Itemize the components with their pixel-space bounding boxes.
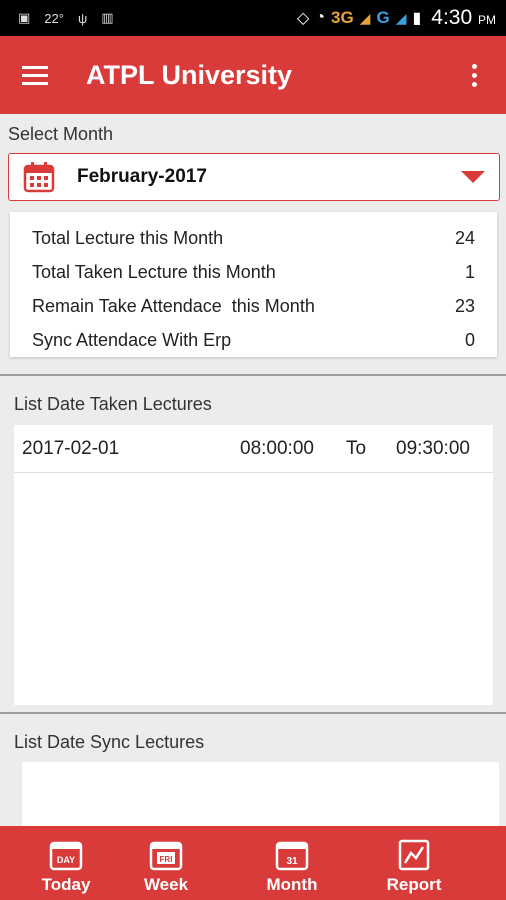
nav-report[interactable]: Report bbox=[376, 826, 452, 900]
app-bar: ATPL University bbox=[0, 36, 506, 114]
image-icon: ▣ bbox=[18, 10, 31, 25]
taken-lectures-heading: List Date Taken Lectures bbox=[14, 394, 212, 414]
calendar-week-text: FRI bbox=[160, 855, 173, 864]
calendar-icon bbox=[23, 162, 55, 193]
barcode-icon: ▥ bbox=[101, 10, 114, 25]
calendar-month-icon: 31 bbox=[275, 841, 309, 871]
stat-label: Sync Attendace With Erp bbox=[32, 330, 232, 350]
usb-icon: ψ bbox=[77, 10, 88, 26]
lecture-date: 2017-02-01 bbox=[22, 437, 120, 459]
month-dropdown[interactable]: February-2017 bbox=[8, 153, 500, 201]
sync-lectures-list[interactable] bbox=[22, 762, 499, 832]
calendar-week-icon: FRI bbox=[149, 841, 183, 871]
section-divider bbox=[0, 712, 506, 714]
stat-label: Remain Take Attendace this Month bbox=[32, 296, 315, 316]
nav-label: Today bbox=[41, 875, 91, 894]
nav-week[interactable]: FRI Week bbox=[128, 826, 204, 900]
stat-label: Total Lecture this Month bbox=[32, 228, 224, 248]
calendar-day-icon: DAY bbox=[49, 841, 83, 871]
nav-label: Week bbox=[143, 875, 189, 894]
sync-lectures-heading: List Date Sync Lectures bbox=[14, 732, 205, 752]
stat-row-taken: Total Taken Lecture this Month 1 bbox=[32, 262, 475, 296]
battery-icon: ▮ bbox=[412, 10, 422, 27]
menu-icon[interactable] bbox=[22, 55, 62, 95]
monthly-stats-card: Total Lecture this Month 24 Total Taken … bbox=[10, 212, 497, 357]
overflow-menu-icon[interactable] bbox=[464, 55, 484, 95]
stat-value: 24 bbox=[454, 228, 475, 248]
nav-label: Month bbox=[266, 875, 318, 894]
vibrate-icon: ◇ bbox=[297, 10, 310, 27]
stat-label: Total Taken Lecture this Month bbox=[32, 262, 276, 282]
status-bar: ▣ 22° ψ ▥ ◇ ◔ 3G ◢ G ◢ ▮ 4:30 PM bbox=[0, 0, 506, 36]
chevron-down-icon bbox=[461, 171, 485, 183]
stat-row-sync: Sync Attendace With Erp 0 bbox=[32, 330, 475, 364]
list-item[interactable]: 2017-02-01 08:00:00 To 09:30:00 bbox=[14, 425, 493, 473]
lecture-start-time: 08:00:00 bbox=[240, 437, 314, 459]
wifi-icon: ◔ bbox=[315, 9, 325, 26]
lecture-end-time: 09:30:00 bbox=[396, 437, 470, 459]
stat-row-total: Total Lecture this Month 24 bbox=[32, 228, 475, 262]
stat-value: 0 bbox=[464, 330, 475, 350]
network-g: G bbox=[376, 8, 390, 27]
calendar-month-text: 31 bbox=[286, 856, 298, 867]
network-3g: 3G bbox=[330, 8, 354, 27]
taken-lectures-list[interactable]: 2017-02-01 08:00:00 To 09:30:00 bbox=[14, 425, 493, 705]
select-month-label: Select Month bbox=[8, 124, 114, 144]
stat-row-remain: Remain Take Attendace this Month 23 bbox=[32, 296, 475, 330]
section-divider bbox=[0, 374, 506, 376]
nav-label: Report bbox=[386, 875, 442, 894]
nav-today[interactable]: DAY Today bbox=[28, 826, 104, 900]
bottom-nav: DAY Today FRI Week 31 Month Report bbox=[0, 826, 506, 900]
selected-month: February-2017 bbox=[77, 166, 207, 187]
app-title: ATPL University bbox=[86, 59, 293, 90]
signal-icon: ◢ bbox=[395, 9, 407, 26]
lecture-to-label: To bbox=[346, 437, 367, 459]
signal-icon: ◢ bbox=[359, 9, 371, 26]
nav-month[interactable]: 31 Month bbox=[254, 826, 330, 900]
stat-value: 1 bbox=[464, 262, 475, 282]
report-chart-icon bbox=[398, 839, 430, 871]
calendar-day-text: DAY bbox=[57, 855, 75, 865]
clock: 4:30 PM bbox=[431, 6, 496, 29]
stat-value: 23 bbox=[454, 296, 475, 316]
temperature: 22° bbox=[44, 10, 64, 26]
